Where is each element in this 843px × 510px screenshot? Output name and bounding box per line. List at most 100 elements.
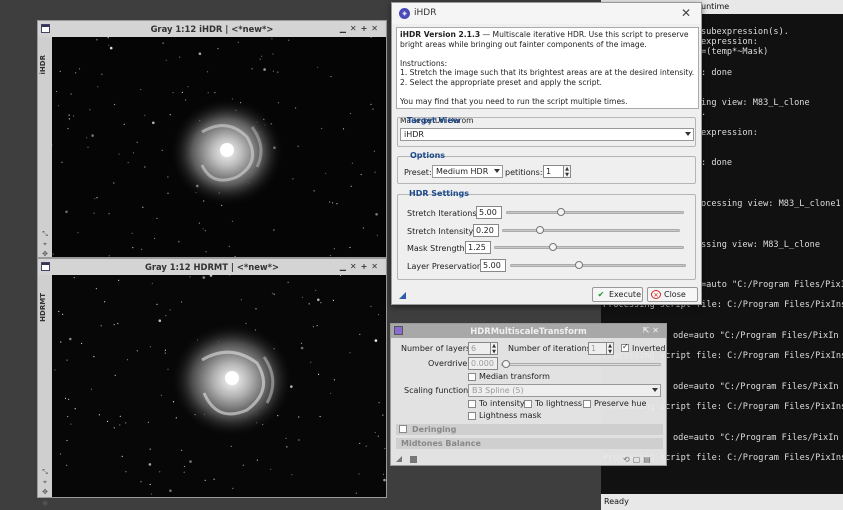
console-line: ode=auto "C:/Program Files/PixIn (673, 382, 839, 392)
process-titlebar[interactable]: HDRMultiscaleTransform ⇱✕ (391, 324, 666, 338)
midtones-section[interactable]: Midtones Balance (396, 438, 663, 449)
deringing-section[interactable]: Deringing (396, 424, 663, 435)
ihdr-dialog[interactable]: ◈ iHDR ✕ iHDR Version 2.1.3 — Multiscale… (391, 2, 702, 305)
image-window-titlebar[interactable]: Gray 1:12 iHDR | <*new*> ▁✕+✕ (38, 21, 386, 37)
star (295, 107, 297, 109)
pan-icon[interactable]: ✥ (41, 250, 49, 258)
dialog-titlebar[interactable]: ◈ iHDR ✕ (392, 3, 701, 24)
star (342, 128, 345, 130)
image-window-ihdr[interactable]: Gray 1:12 iHDR | <*new*> ▁✕+✕ iHDR ⤡ ⌖ ✥… (37, 20, 387, 269)
star (230, 445, 232, 447)
preserve-hue-checkbox[interactable] (583, 400, 591, 408)
iterations-input[interactable]: 1 (588, 342, 607, 355)
mask-strength-slider[interactable] (494, 243, 684, 251)
hdrmt-process-window[interactable]: HDRMultiscaleTransform ⇱✕ Number of laye… (390, 323, 667, 466)
layer-preservation-input[interactable]: 5.00 (480, 259, 506, 272)
layers-spinner[interactable]: ▲ ▼ (490, 342, 498, 355)
star (288, 39, 290, 41)
star (147, 421, 149, 423)
star (60, 341, 62, 343)
star (273, 229, 275, 231)
star (144, 166, 146, 168)
scaling-label: Scaling function: (404, 386, 471, 395)
image-window-hdrmt[interactable]: Gray 1:12 HDRMT | <*new*> ▁✕+✕ HDRMT ⤡ ⌖… (37, 258, 387, 507)
star (382, 414, 384, 416)
slider-handle[interactable] (549, 243, 557, 251)
repetitions-input[interactable]: 1 (543, 165, 564, 178)
star (333, 248, 335, 250)
star (121, 455, 123, 457)
window-menu-icon[interactable] (41, 262, 50, 271)
star (217, 48, 219, 50)
close-button[interactable]: ✕ Close (647, 287, 698, 302)
slider-handle[interactable] (536, 226, 544, 234)
star (108, 255, 110, 257)
stretch-iterations-slider[interactable] (506, 208, 684, 216)
mask-strength-input[interactable]: 1.25 (465, 241, 491, 254)
new-instance-icon[interactable] (396, 456, 402, 462)
deringing-checkbox[interactable] (399, 425, 407, 433)
window-buttons[interactable]: ▁✕+✕ (340, 259, 382, 275)
layer-preservation-label: Layer Preservation: (407, 262, 485, 271)
stretch-iterations-input[interactable]: 5.00 (476, 206, 502, 219)
slider-handle[interactable] (575, 261, 583, 269)
tool-icon[interactable]: ⤡ (41, 468, 49, 476)
lightness-mask-checkbox[interactable] (468, 412, 476, 420)
star (68, 114, 70, 116)
star (187, 86, 189, 88)
close-icon[interactable]: ✕ (681, 6, 691, 20)
star (292, 178, 294, 180)
star (365, 445, 367, 447)
star (156, 303, 158, 305)
overdrive-slider[interactable] (501, 360, 661, 368)
image-viewport[interactable] (52, 275, 386, 497)
repetitions-spinner[interactable]: ▲ ▼ (563, 165, 571, 178)
tool-icon[interactable]: ⤡ (41, 230, 49, 238)
stretch-intensity-slider[interactable] (502, 226, 680, 234)
apply-global-icon[interactable] (410, 456, 417, 463)
execute-button[interactable]: ✔ Execute (592, 287, 643, 302)
window-footer-icons[interactable]: ⟲▢▤ (623, 455, 654, 464)
median-checkbox[interactable] (468, 373, 476, 381)
star (149, 346, 151, 348)
inverted-checkbox[interactable] (621, 342, 629, 352)
slider-handle[interactable] (557, 208, 565, 216)
scaling-select[interactable]: B3 Spline (5) (468, 384, 661, 397)
zoom-icon[interactable]: ⌖ (41, 240, 49, 248)
star (154, 237, 156, 240)
console-line: ssing view: M83_L_clone (701, 240, 820, 250)
mask-icon[interactable]: ◉ (41, 499, 49, 507)
star (66, 464, 68, 466)
slider-handle[interactable] (502, 360, 510, 368)
iterations-spinner[interactable]: ▲ ▼ (606, 342, 614, 355)
console-line: =auto "C:/Program Files/PixIn (701, 280, 843, 290)
star (185, 99, 187, 101)
star (148, 463, 152, 466)
star (81, 342, 83, 345)
star (107, 37, 109, 39)
layer-preservation-slider[interactable] (510, 261, 686, 269)
overdrive-input[interactable]: 0.000 (468, 357, 498, 370)
star (66, 359, 68, 361)
star (285, 437, 287, 439)
star (165, 59, 167, 61)
new-instance-icon[interactable] (399, 292, 406, 299)
window-menu-icon[interactable] (41, 24, 50, 33)
to-intensity-checkbox[interactable] (468, 400, 476, 408)
stretch-intensity-input[interactable]: 0.20 (473, 224, 499, 237)
star (315, 289, 317, 291)
image-viewport[interactable] (52, 37, 386, 257)
preset-select[interactable]: Medium HDR (432, 165, 503, 178)
to-lightness-checkbox[interactable] (524, 400, 532, 408)
window-buttons[interactable]: ▁✕+✕ (340, 21, 382, 37)
star (237, 41, 239, 43)
window-buttons[interactable]: ⇱✕ (643, 324, 662, 338)
zoom-icon[interactable]: ⌖ (41, 478, 49, 486)
layers-input[interactable]: 6 (468, 342, 491, 355)
star (149, 483, 151, 486)
target-view-select[interactable]: iHDR (400, 128, 694, 141)
pan-icon[interactable]: ✥ (41, 488, 49, 496)
star (117, 322, 119, 325)
star (358, 473, 360, 475)
image-window-titlebar[interactable]: Gray 1:12 HDRMT | <*new*> ▁✕+✕ (38, 259, 386, 275)
